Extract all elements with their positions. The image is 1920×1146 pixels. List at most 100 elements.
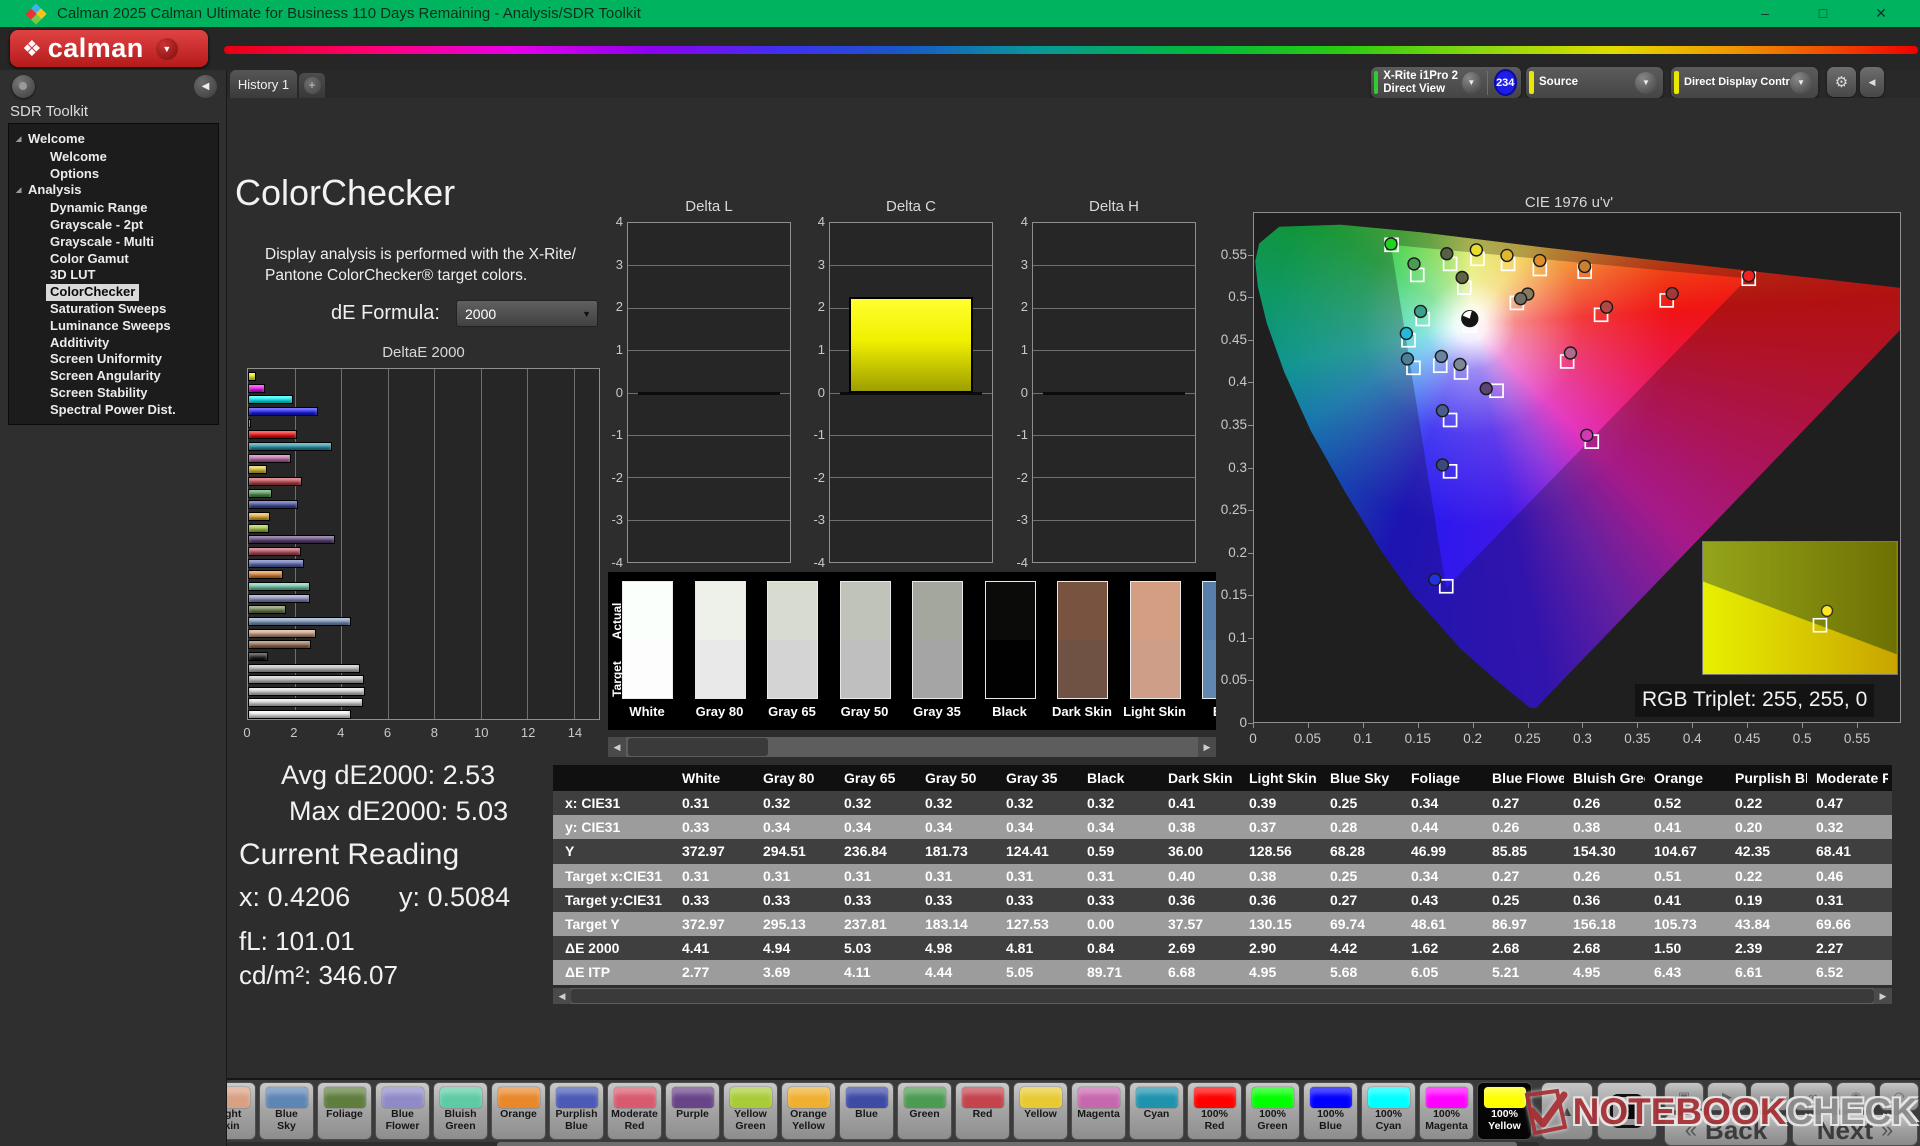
minimize-button[interactable]: –	[1736, 0, 1794, 27]
meter-control-button-0[interactable]: ▣	[1664, 1082, 1704, 1111]
meter-control-button-3[interactable]: ∞	[1793, 1082, 1833, 1111]
patch-button-light-skin[interactable]: LightSkin	[227, 1082, 256, 1140]
sidebar-item-luminance-sweeps[interactable]: Luminance Sweeps	[8, 318, 219, 335]
chevron-up-icon: ▲	[1560, 1103, 1574, 1119]
spectrum-divider	[224, 46, 1918, 54]
measured-marker-100-red	[1743, 270, 1755, 282]
patch-button-yellow[interactable]: Yellow	[1013, 1082, 1068, 1140]
table-row: Target Y372.97295.13237.81183.14127.530.…	[553, 912, 1892, 936]
patch-button-100-green[interactable]: 100%Green	[1245, 1082, 1300, 1140]
table-scrollbar[interactable]: ◀ ▶	[553, 988, 1892, 1004]
patch-button-foliage[interactable]: Foliage	[317, 1082, 372, 1140]
source-dropdown[interactable]: Source ▼	[1526, 67, 1663, 98]
measured-marker-yellow-green	[1441, 248, 1453, 260]
measured-marker-magenta	[1564, 347, 1576, 359]
patch-button-blue-sky[interactable]: BlueSky	[259, 1082, 314, 1140]
patch-button-yellow-green[interactable]: YellowGreen	[723, 1082, 778, 1140]
sidebar-item-screen-angularity[interactable]: Screen Angularity	[8, 368, 219, 385]
calman-menu-button[interactable]: ❖ calman ▼	[10, 30, 208, 67]
patch-button-moderate-red[interactable]: ModerateRed	[607, 1082, 662, 1140]
sidebar-item-color-gamut[interactable]: Color Gamut	[8, 251, 219, 268]
sidebar-item-grayscale-multi[interactable]: Grayscale - Multi	[8, 234, 219, 251]
sidebar-item-spectral-power-dist-[interactable]: Spectral Power Dist.	[8, 402, 219, 419]
de-formula-select[interactable]: 2000▼	[456, 300, 598, 327]
settings-button[interactable]: ⚙	[1827, 67, 1856, 97]
sidebar-collapse-icon[interactable]: ◀	[194, 75, 217, 98]
patch-button-orange-yellow[interactable]: OrangeYellow	[781, 1082, 836, 1140]
max-de2000: Max dE2000: 5.03	[289, 796, 508, 827]
toolbar-scrollbar[interactable]	[227, 1142, 1539, 1146]
patch-button-100-yellow[interactable]: 100%Yellow	[1477, 1082, 1532, 1140]
meter-control-button-4[interactable]: ◉	[1836, 1082, 1876, 1111]
chevron-down-icon: ▼	[1635, 72, 1657, 94]
sidebar-options-button[interactable]	[12, 75, 35, 98]
workflow-dropdown[interactable]: Direct Display Control ▼	[1671, 67, 1818, 98]
meter-count-badge: 234	[1494, 69, 1517, 96]
measured-marker-purplish-blue	[1436, 459, 1448, 471]
stop-measure-button[interactable]	[1597, 1082, 1657, 1140]
de-bar-cyan	[248, 442, 332, 451]
current-reading-heading: Current Reading	[239, 838, 459, 872]
reading-y: y: 0.5084	[399, 882, 510, 913]
patch-button-blue-flower[interactable]: BlueFlower	[375, 1082, 430, 1140]
swatch-dark-skin	[1057, 581, 1108, 699]
measured-marker-orange-yellow	[1534, 255, 1546, 267]
page-description-line1: Display analysis is performed with the X…	[265, 246, 576, 263]
de-bar-100-cyan	[248, 395, 293, 404]
patch-button-bluish-green[interactable]: BluishGreen	[433, 1082, 488, 1140]
meter-control-button-2[interactable]: ‥	[1750, 1082, 1790, 1111]
back-button[interactable]: « Back	[1664, 1114, 1788, 1146]
meter-control-button-5[interactable]: ◠	[1879, 1082, 1919, 1111]
sidebar-item-colorchecker[interactable]: ColorChecker	[8, 284, 219, 301]
patch-color-chip	[1136, 1087, 1178, 1108]
patch-button-blue[interactable]: Blue	[839, 1082, 894, 1140]
patch-button-cyan[interactable]: Cyan	[1129, 1082, 1184, 1140]
patch-button-green[interactable]: Green	[897, 1082, 952, 1140]
patch-button-red[interactable]: Red	[955, 1082, 1010, 1140]
panel-collapse-button[interactable]: ◀	[1860, 67, 1884, 97]
column-header: White	[673, 765, 754, 791]
meter-control-button-1[interactable]: ▶	[1707, 1082, 1747, 1111]
sidebar-item-additivity[interactable]: Additivity	[8, 335, 219, 352]
patch-button-100-magenta[interactable]: 100%Magenta	[1419, 1082, 1474, 1140]
sidebar-item-welcome[interactable]: ◢Welcome	[8, 131, 219, 149]
measured-marker-icon	[1821, 605, 1832, 616]
sidebar-item-screen-stability[interactable]: Screen Stability	[8, 385, 219, 402]
de-bar-orange-yellow	[248, 512, 270, 521]
brand-name: calman	[48, 33, 144, 64]
sidebar-item-screen-uniformity[interactable]: Screen Uniformity	[8, 351, 219, 368]
patch-button-100-cyan[interactable]: 100%Cyan	[1361, 1082, 1416, 1140]
sidebar-item-analysis[interactable]: ◢Analysis	[8, 182, 219, 200]
add-tab-button[interactable]: +	[299, 73, 325, 98]
sidebar-item-dynamic-range[interactable]: Dynamic Range	[8, 200, 219, 217]
tab-history[interactable]: History 1	[230, 70, 297, 98]
patch-button-100-red[interactable]: 100%Red	[1187, 1082, 1242, 1140]
plus-icon: +	[304, 77, 321, 94]
table-row: ΔE 20004.414.945.034.984.810.842.692.904…	[553, 936, 1892, 960]
meter-status-bar	[1374, 71, 1378, 94]
sidebar-item-welcome[interactable]: Welcome	[8, 149, 219, 166]
sidebar-item-grayscale-2pt[interactable]: Grayscale - 2pt	[8, 217, 219, 234]
delta_l-chart	[627, 222, 791, 563]
workflow-label: Direct Display Control	[1684, 76, 1800, 89]
patch-button-orange[interactable]: Orange	[491, 1082, 546, 1140]
measured-marker-100-green	[1385, 238, 1397, 250]
toolbar-expand-button[interactable]: ▲	[1541, 1082, 1593, 1140]
meter-dropdown[interactable]: X-Rite i1Pro 2 Direct View ▼ 234	[1371, 67, 1521, 98]
table-row: y: CIE310.330.340.340.340.340.340.380.37…	[553, 815, 1892, 839]
de-bar-foliage	[248, 605, 286, 614]
sidebar-item-3d-lut[interactable]: 3D LUT	[8, 267, 219, 284]
maximize-button[interactable]: □	[1794, 0, 1852, 27]
next-button[interactable]: Next »	[1792, 1114, 1918, 1146]
patch-button-magenta[interactable]: Magenta	[1071, 1082, 1126, 1140]
measured-marker-bluish-green	[1415, 305, 1427, 317]
swatch-scrollbar[interactable]: ◀ ▶	[608, 737, 1216, 757]
patch-color-chip	[440, 1087, 482, 1108]
patch-button-100-blue[interactable]: 100%Blue	[1303, 1082, 1358, 1140]
sidebar-item-saturation-sweeps[interactable]: Saturation Sweeps	[8, 301, 219, 318]
patch-button-purple[interactable]: Purple	[665, 1082, 720, 1140]
patch-button-purplish-blue[interactable]: PurplishBlue	[549, 1082, 604, 1140]
sidebar-item-options[interactable]: Options	[8, 166, 219, 183]
table-row: ΔE ITP2.773.694.114.445.0589.716.684.955…	[553, 960, 1892, 984]
close-button[interactable]: ✕	[1852, 0, 1910, 27]
